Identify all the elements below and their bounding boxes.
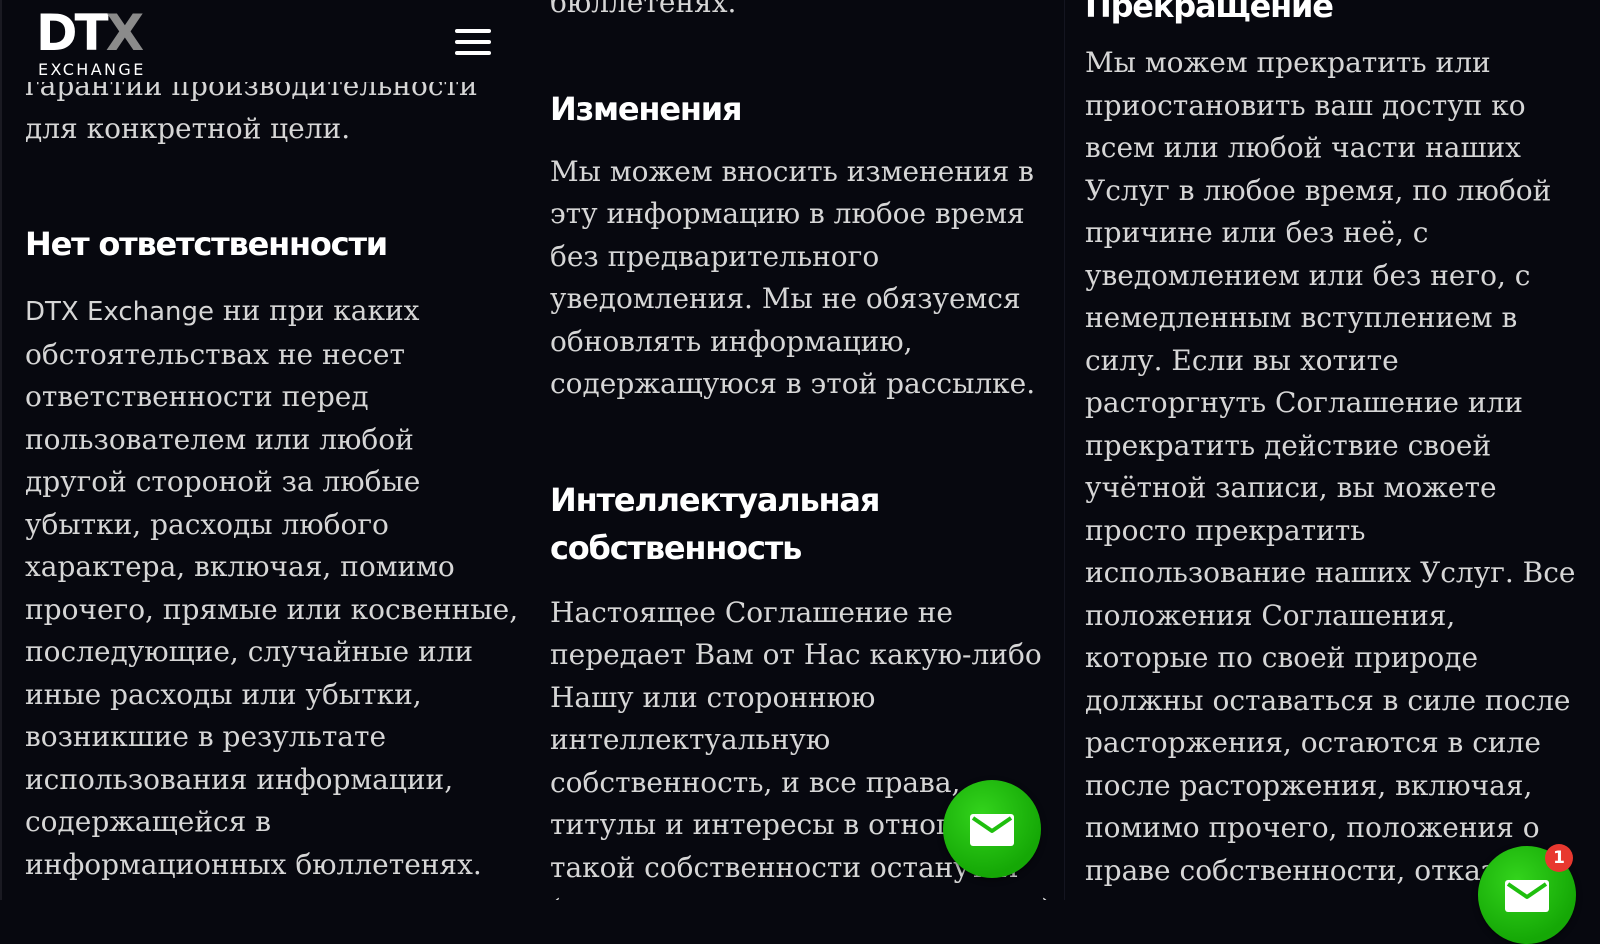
changes-heading: Изменения xyxy=(550,89,743,128)
termination-paragraph: Мы можем прекратить или приостановить ва… xyxy=(1085,46,1576,900)
notification-badge: 1 xyxy=(1545,844,1573,872)
intellectual-property-heading: Интеллектуальная собственность xyxy=(550,480,880,567)
column-3-content: Прекращение Мы можем прекратить или прио… xyxy=(1085,0,1587,900)
content-column-3: Прекращение Мы можем прекратить или прио… xyxy=(1064,0,1600,900)
changes-paragraph: Мы можем вносить изменения в эту информа… xyxy=(550,154,1036,401)
contact-mail-button[interactable] xyxy=(943,780,1041,878)
column-2-content: бюллетенях. Изменения Мы можем вносить и… xyxy=(550,0,1054,900)
dtx-exchange-logo[interactable]: DTX EXCHANGE xyxy=(36,4,158,79)
column-1-content: гарантии производительности для конкретн… xyxy=(25,65,522,886)
company-name: DTX Exchange xyxy=(25,297,215,327)
content-column-2: бюллетенях. Изменения Мы можем вносить и… xyxy=(530,0,1064,900)
no-liability-heading: Нет ответственности xyxy=(25,225,388,263)
content-column-1: гарантии производительности для конкретн… xyxy=(0,0,532,900)
header-bar: DTX EXCHANGE xyxy=(4,0,532,82)
logo-mark: DTX xyxy=(36,4,144,62)
no-liability-paragraph: DTX Exchange ни при каких обстоятельства… xyxy=(25,290,522,886)
logo-subtitle: EXCHANGE xyxy=(38,60,146,79)
no-liability-text: ни при каких обстоятельствах не несет от… xyxy=(25,294,519,881)
mail-icon xyxy=(1505,880,1549,912)
previous-paragraph-tail: бюллетенях. xyxy=(550,0,737,19)
termination-heading: Прекращение xyxy=(1085,0,1334,25)
mail-icon xyxy=(970,814,1014,846)
hamburger-menu-icon[interactable] xyxy=(453,26,493,58)
